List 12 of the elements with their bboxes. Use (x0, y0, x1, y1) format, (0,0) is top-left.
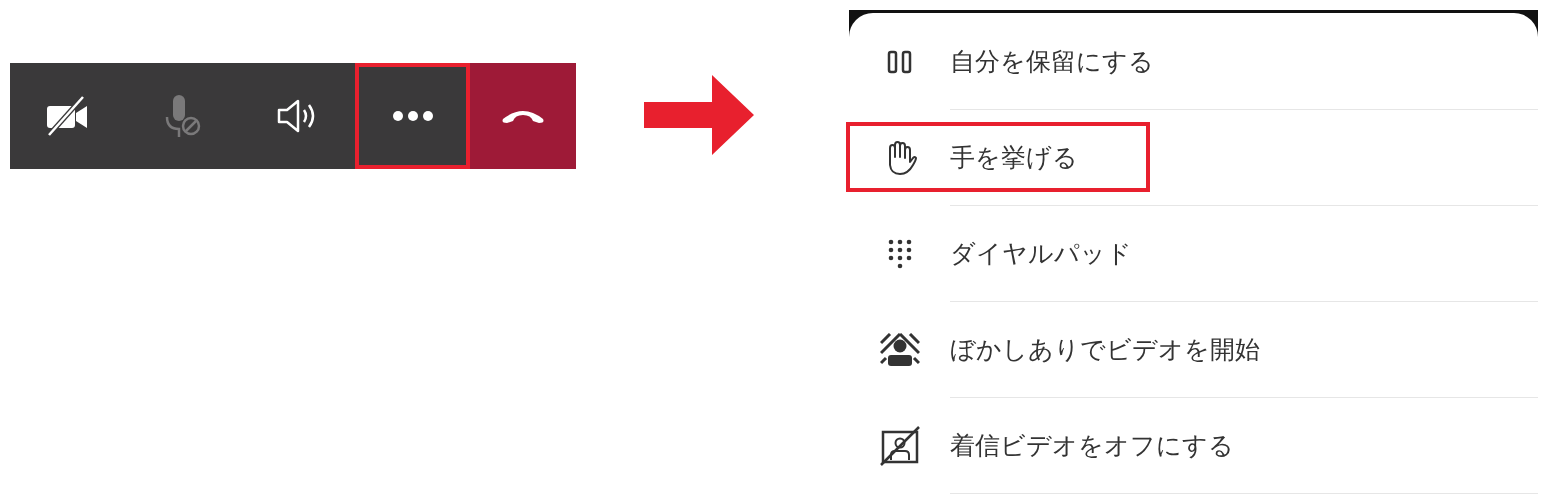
dialpad-icon (886, 238, 913, 270)
video-off-icon (879, 426, 920, 466)
menu-item[interactable]: ぼかしありでビデオを開始 (950, 333, 1260, 366)
hang-up-button[interactable] (470, 63, 576, 169)
more-icon (391, 110, 434, 122)
blurred-person-icon (879, 333, 920, 367)
menu-item[interactable]: 手を挙げる (950, 141, 1078, 174)
menu-item[interactable]: 着信ビデオをオフにする (950, 429, 1234, 462)
arrow-icon (644, 75, 754, 155)
pause-icon (886, 50, 913, 74)
menu-item[interactable]: 自分を保留にする (950, 45, 1154, 78)
menu-item[interactable]: ダイヤルパッド (950, 237, 1132, 270)
